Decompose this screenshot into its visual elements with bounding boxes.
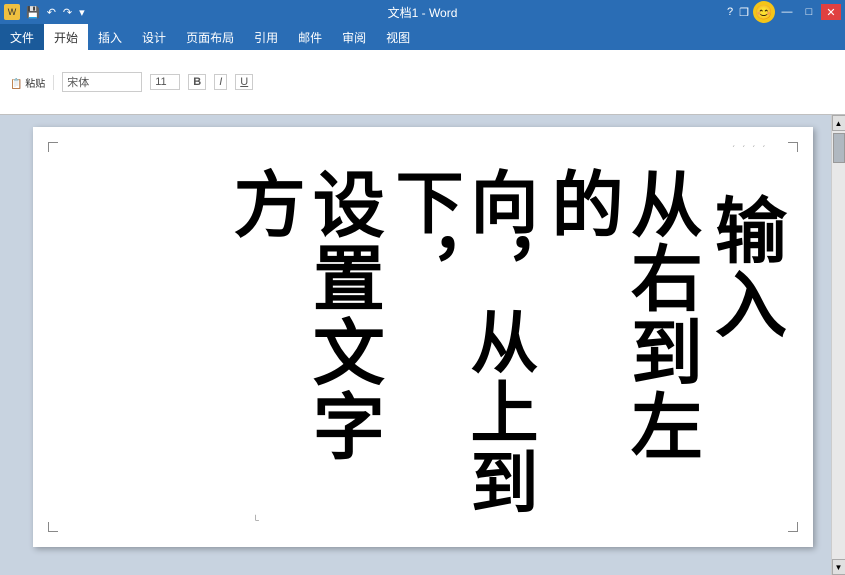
- scroll-down-button[interactable]: ▼: [832, 559, 845, 575]
- corner-mark-bl: [48, 522, 58, 532]
- page-container: ˊ ˊ ˊ ˊ └ 设置文字方 向，从上到下， 从右到左的 输入: [0, 115, 845, 575]
- italic-button[interactable]: I: [214, 74, 227, 90]
- tab-page-layout[interactable]: 页面布局: [176, 24, 244, 50]
- document-area: ˊ ˊ ˊ ˊ └ 设置文字方 向，从上到下， 从右到左的 输入: [0, 115, 845, 575]
- tab-insert[interactable]: 插入: [88, 24, 132, 50]
- help-button[interactable]: ?: [725, 6, 735, 18]
- vertical-scrollbar[interactable]: ▲ ▼: [831, 115, 845, 575]
- undo-button[interactable]: ↶: [45, 6, 58, 19]
- paste-group: 📋 粘贴: [10, 75, 54, 90]
- tab-view[interactable]: 视图: [376, 24, 420, 50]
- tab-file[interactable]: 文件: [0, 24, 44, 50]
- tab-design[interactable]: 设计: [132, 24, 176, 50]
- text-col-4: 输入: [703, 167, 782, 367]
- word-icon: W: [4, 4, 20, 20]
- restore-button[interactable]: ❐: [737, 6, 751, 19]
- font-size-field[interactable]: 11: [150, 74, 180, 90]
- tab-mail[interactable]: 邮件: [288, 24, 332, 50]
- corner-mark-tr: [788, 142, 798, 152]
- tab-home[interactable]: 开始: [44, 24, 88, 50]
- title-bar: W 💾 ↶ ↷ ▾ 文档1 - Word ? ❐ 😊 — □ ✕: [0, 0, 845, 24]
- redo-button[interactable]: ↷: [61, 6, 74, 19]
- page-content[interactable]: 设置文字方 向，从上到下， 从右到左的 输入: [83, 157, 783, 527]
- text-col-1: 设置文字方: [222, 167, 380, 527]
- tab-review[interactable]: 审阅: [332, 24, 376, 50]
- tab-references[interactable]: 引用: [244, 24, 288, 50]
- save-button[interactable]: 💾: [24, 6, 42, 19]
- text-col-2: 向，从上到下，: [385, 167, 535, 527]
- quick-access-dropdown[interactable]: ▾: [77, 6, 87, 19]
- window-title: 文档1 - Word: [388, 4, 458, 21]
- font-name-field[interactable]: 宋体: [62, 72, 142, 92]
- scrollbar-thumb[interactable]: [833, 133, 845, 163]
- document-page[interactable]: ˊ ˊ ˊ ˊ └ 设置文字方 向，从上到下， 从右到左的 输入: [33, 127, 813, 547]
- title-bar-left: W 💾 ↶ ↷ ▾: [4, 4, 87, 20]
- minimize-button[interactable]: —: [777, 4, 797, 20]
- scroll-up-button[interactable]: ▲: [832, 115, 845, 131]
- text-col-3: 从右到左的: [540, 167, 698, 527]
- corner-mark-tl: [48, 142, 58, 152]
- bold-button[interactable]: B: [188, 74, 206, 90]
- underline-button[interactable]: U: [235, 74, 253, 90]
- ribbon-tabs: 文件 开始 插入 设计 页面布局 引用 邮件 审阅 视图: [0, 24, 845, 50]
- scrollbar-track[interactable]: [832, 131, 845, 559]
- dots-mark: ˊ ˊ ˊ ˊ: [732, 145, 768, 156]
- user-avatar: 😊: [753, 1, 775, 23]
- corner-mark-br: [788, 522, 798, 532]
- toolbar-area: 📋 粘贴 宋体 11 B I U: [0, 50, 845, 115]
- close-button[interactable]: ✕: [821, 4, 841, 20]
- quick-access-toolbar: 💾 ↶ ↷ ▾: [24, 6, 87, 19]
- title-bar-controls: ? ❐ 😊 — □ ✕: [725, 1, 841, 23]
- maximize-button[interactable]: □: [799, 4, 819, 20]
